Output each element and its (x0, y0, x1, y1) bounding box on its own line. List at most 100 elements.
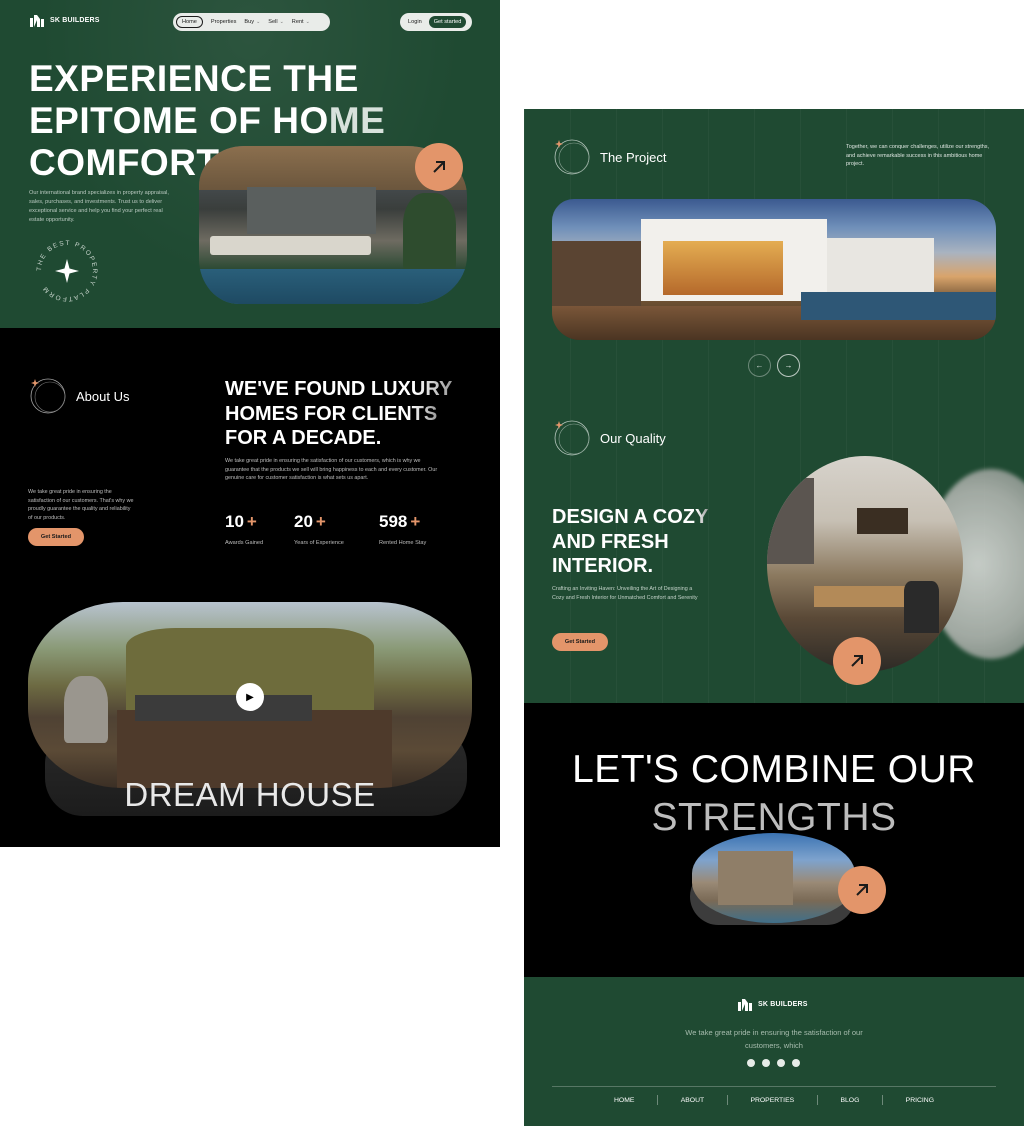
footer-nav-separator (726, 1095, 728, 1105)
stat-label: Rented Home Stay (379, 540, 427, 546)
stat-value: 598 (379, 512, 408, 531)
footer-text: We take great pride in ensuring the sati… (685, 1028, 863, 1050)
slider-next-button[interactable]: → (777, 354, 800, 377)
footer-nav: HOME ABOUT PROPERTIES BLOG PRICING (614, 1095, 934, 1105)
facebook-icon[interactable] (747, 1059, 755, 1067)
linkedin-icon[interactable] (792, 1059, 800, 1067)
main-nav: Home Properties Buy ⌄ Sell ⌄ Rent ⌄ (173, 13, 330, 31)
about-heading: About Us (28, 376, 129, 416)
footer-nav-separator (657, 1095, 659, 1105)
stat-rented: 598 + Rented Home Stay (379, 512, 426, 546)
footer-divider (552, 1086, 996, 1087)
project-text: Together, we can conquer challenges, uti… (846, 144, 990, 167)
about-side-text: We take great pride in ensuring the sati… (28, 489, 134, 521)
landing-page-right: The Project Together, we can conquer cha… (524, 109, 1024, 1126)
project-house-image (552, 199, 996, 340)
stat-value: 10 (225, 512, 244, 531)
hero-section: SK BUILDERS Home Properties Buy ⌄ Sell ⌄ R… (0, 0, 500, 328)
stat-label: Awards Gained (225, 540, 264, 546)
arrow-right-icon: → (784, 361, 793, 370)
combine-arrow-button[interactable] (838, 866, 886, 914)
stat-suffix: + (246, 512, 257, 531)
ring-sparkle-icon (552, 137, 592, 177)
slider-prev-button[interactable]: ← (748, 354, 771, 377)
sparkle-icon (55, 259, 79, 283)
hero-title-line2a: EPITOME OF HO (29, 100, 329, 141)
hero-description: Our international brand specializes in p… (29, 190, 169, 223)
about-title-a: WE'VE FOUND (225, 378, 371, 400)
instagram-icon[interactable] (777, 1059, 785, 1067)
play-video-button[interactable]: ▶ (236, 683, 264, 711)
about-title-d: IENTS (378, 402, 438, 425)
nav-rent[interactable]: Rent ⌄ (292, 19, 310, 25)
about-label: About Us (76, 388, 130, 404)
hero-title-line2b: ME (328, 100, 386, 141)
footer-brand-name: SK BUILDERS (758, 1001, 808, 1008)
chevron-down-icon: ⌄ (256, 19, 261, 25)
dream-house-title: DREAM HOUSE (124, 776, 376, 813)
quality-description: Crafting an Inviting Haven: Unveiling th… (552, 586, 698, 601)
chevron-down-icon: ⌄ (279, 19, 284, 25)
footer-nav-pricing[interactable]: PRICING (906, 1097, 934, 1104)
about-title: WE'VE FOUND LUXURY HOMES FOR CLIENTS FOR… (225, 377, 485, 451)
stat-suffix: + (410, 512, 421, 531)
nav-sell[interactable]: Sell ⌄ (268, 19, 284, 25)
chevron-down-icon: ⌄ (305, 19, 310, 25)
quality-title-a: DESIGN A CO (552, 506, 683, 528)
quality-title-b: ZY (682, 506, 709, 528)
quality-get-started-button[interactable]: Get Started (552, 633, 608, 651)
nav-sell-label: Sell (268, 19, 278, 25)
arrow-left-icon: ← (755, 361, 764, 370)
brand-logo[interactable]: SK BUILDERS (29, 14, 100, 27)
twitter-icon[interactable] (762, 1059, 770, 1067)
quality-title: DESIGN A COZY AND FRESH INTERIOR. (552, 505, 752, 579)
nav-buy[interactable]: Buy ⌄ (244, 19, 260, 25)
stat-awards: 10 + Awards Gained (225, 512, 263, 546)
get-started-button[interactable]: Get started (428, 16, 467, 28)
combine-title-line1: LET'S COMBINE OUR (572, 748, 976, 791)
nav-properties[interactable]: Properties (211, 19, 237, 25)
arrow-up-right-icon (433, 161, 445, 173)
stat-value: 20 (294, 512, 313, 531)
quality-arrow-button[interactable] (833, 637, 881, 685)
footer-brand-logo[interactable]: SK BUILDERS (737, 998, 808, 1011)
quality-label: Our Quality (600, 430, 666, 446)
footer-nav-home[interactable]: HOME (614, 1097, 634, 1104)
auth-controls: Login Get started (400, 13, 472, 31)
nav-rent-label: Rent (291, 19, 304, 25)
footer-nav-properties[interactable]: PROPERTIES (750, 1097, 794, 1104)
ring-sparkle-icon (28, 376, 68, 416)
about-section: About Us WE'VE FOUND LUXURY HOMES FOR CL… (0, 328, 500, 847)
footer-nav-about[interactable]: ABOUT (681, 1097, 704, 1104)
social-links (747, 1059, 800, 1067)
footer-nav-blog[interactable]: BLOG (840, 1097, 859, 1104)
about-title-b: LUXURY (370, 378, 453, 400)
hero-title-line3: COMFORT. (29, 142, 227, 183)
project-heading: The Project (552, 137, 666, 177)
about-title-c: HOMES FOR CL (225, 402, 379, 425)
ring-sparkle-icon (552, 418, 592, 458)
about-get-started-button[interactable]: Get Started (28, 528, 84, 546)
about-paragraph: We take great pride in ensuring the sati… (225, 458, 438, 482)
logo-icon (29, 14, 45, 27)
project-section: The Project Together, we can conquer cha… (524, 109, 1024, 703)
brand-name: SK BUILDERS (50, 17, 100, 24)
arrow-up-right-icon (851, 655, 863, 667)
hero-arrow-button[interactable] (415, 143, 463, 191)
footer-nav-separator (816, 1095, 818, 1105)
stat-suffix: + (315, 512, 326, 531)
footer-nav-separator (882, 1095, 884, 1105)
play-icon: ▶ (246, 691, 254, 703)
login-link[interactable]: Login (408, 19, 422, 25)
hero-title-line1: EXPERIENCE THE (29, 58, 359, 99)
site-footer: SK BUILDERS We take great pride in ensur… (524, 977, 1024, 1126)
nav-home[interactable]: Home (176, 16, 203, 28)
nav-properties-label: Properties (210, 19, 237, 25)
arrow-up-right-icon (856, 884, 868, 896)
nav-home-label: Home (182, 19, 197, 25)
nav-buy-label: Buy (244, 19, 255, 25)
quality-title-c: AND FRESH (552, 530, 669, 553)
logo-icon (737, 998, 753, 1011)
quality-heading: Our Quality (552, 418, 666, 458)
combine-house-image (692, 833, 855, 923)
